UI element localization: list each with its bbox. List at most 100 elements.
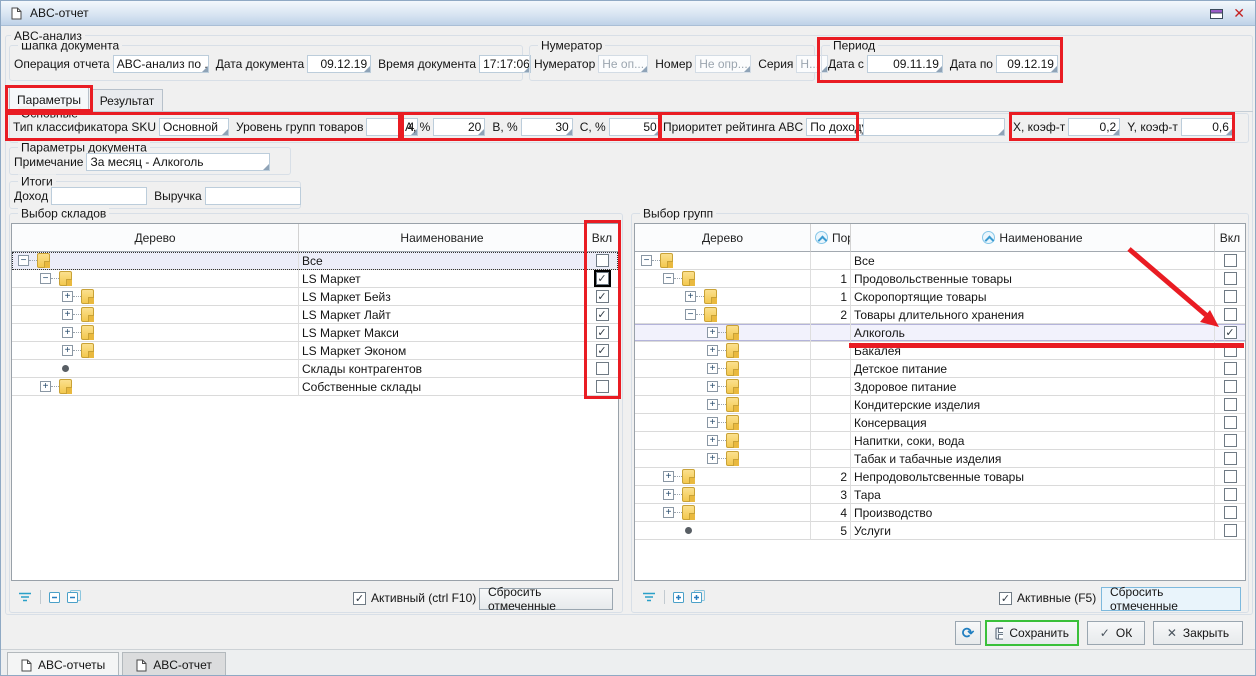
table-row[interactable]: +Собственные склады (12, 378, 618, 396)
table-row[interactable]: +Алкоголь (635, 324, 1245, 342)
c-percent-field[interactable]: 50 (609, 118, 661, 136)
expand-node-icon[interactable]: + (707, 381, 718, 392)
expand-node-icon[interactable]: + (707, 435, 718, 446)
row-checkbox[interactable] (596, 308, 609, 321)
row-checkbox[interactable] (1224, 524, 1237, 537)
table-row[interactable]: +2Непродовольтсвенные товары (635, 468, 1245, 486)
table-row[interactable]: +Напитки, соки, вода (635, 432, 1245, 450)
expand-node-icon[interactable]: + (62, 327, 73, 338)
bottom-tab-report[interactable]: ABC-отчет (122, 652, 226, 676)
row-checkbox[interactable] (596, 344, 609, 357)
bottom-tab-reports[interactable]: ABC-отчеты (7, 652, 119, 676)
a-percent-field[interactable]: 20 (433, 118, 485, 136)
income-field[interactable] (51, 187, 147, 205)
col-name[interactable]: Наименование (851, 224, 1215, 252)
expand-node-icon[interactable]: + (62, 309, 73, 320)
row-checkbox[interactable] (1224, 506, 1237, 519)
row-checkbox[interactable] (1224, 254, 1237, 267)
table-row[interactable]: +LS Маркет Макси (12, 324, 618, 342)
date-to-field[interactable]: 09.12.19 (996, 55, 1058, 73)
save-button[interactable]: Сохранить (985, 620, 1079, 646)
tab-result[interactable]: Результат (91, 89, 163, 111)
table-row[interactable]: +Здоровое питание (635, 378, 1245, 396)
col-tree[interactable]: Дерево (635, 224, 811, 252)
active-groups-checkbox[interactable] (999, 592, 1012, 605)
expand-node-icon[interactable]: + (707, 399, 718, 410)
sort-asc-icon[interactable] (982, 231, 995, 244)
col-incl[interactable]: Вкл (586, 224, 618, 252)
priority-extra-field[interactable] (863, 118, 1005, 136)
revenue-field[interactable] (205, 187, 301, 205)
table-row[interactable]: +Бакалея (635, 342, 1245, 360)
close-button[interactable]: ✕Закрыть (1153, 621, 1243, 645)
row-checkbox[interactable] (1224, 308, 1237, 321)
table-row[interactable]: +LS Маркет Эконом (12, 342, 618, 360)
expand-node-icon[interactable]: + (62, 291, 73, 302)
ok-button[interactable]: ✓ОК (1087, 621, 1145, 645)
number-field[interactable]: Не опр... (695, 55, 751, 73)
filter-icon[interactable] (641, 590, 657, 604)
expand-node-icon[interactable]: + (707, 363, 718, 374)
table-row[interactable]: +Консервация (635, 414, 1245, 432)
table-row[interactable]: −Все (635, 252, 1245, 270)
sort-asc-icon[interactable] (815, 231, 828, 244)
x-coef-field[interactable]: 0,2 (1068, 118, 1120, 136)
table-row[interactable]: +1Скоропортящие товары (635, 288, 1245, 306)
expand-node-icon[interactable]: + (707, 453, 718, 464)
row-checkbox[interactable] (1224, 452, 1237, 465)
row-checkbox[interactable] (1224, 326, 1237, 339)
row-checkbox[interactable] (1224, 380, 1237, 393)
row-checkbox[interactable] (1224, 362, 1237, 375)
expand-node-icon[interactable]: + (663, 471, 674, 482)
expand-node-icon[interactable]: + (707, 327, 718, 338)
restore-window-icon[interactable] (1210, 8, 1223, 19)
expand-node-icon[interactable]: + (40, 381, 51, 392)
expand-node-icon[interactable]: + (707, 345, 718, 356)
b-percent-field[interactable]: 30 (521, 118, 573, 136)
table-row[interactable]: −2Товары длительного хранения (635, 306, 1245, 324)
date-from-field[interactable]: 09.11.19 (867, 55, 943, 73)
table-row[interactable]: −1Продовольственные товары (635, 270, 1245, 288)
row-checkbox[interactable] (596, 326, 609, 339)
collapse-node-button-icon[interactable] (48, 590, 62, 604)
reset-marked-warehouses-button[interactable]: Сбросить отмеченные (479, 588, 613, 610)
doc-date-field[interactable]: 09.12.19 (307, 55, 371, 73)
row-checkbox[interactable] (596, 254, 609, 267)
table-row[interactable]: 5Услуги (635, 522, 1245, 540)
row-checkbox[interactable] (1224, 470, 1237, 483)
table-row[interactable]: Склады контрагентов (12, 360, 618, 378)
table-row[interactable]: +Табак и табачные изделия (635, 450, 1245, 468)
row-checkbox[interactable] (1224, 344, 1237, 357)
row-checkbox[interactable] (1224, 416, 1237, 429)
expand-node-button-icon[interactable] (672, 590, 686, 604)
collapse-node-icon[interactable]: − (663, 273, 674, 284)
table-row[interactable]: +LS Маркет Лайт (12, 306, 618, 324)
operation-field[interactable]: ABC-анализ по ... (113, 55, 209, 73)
expand-all-button-icon[interactable] (690, 589, 706, 604)
row-checkbox[interactable] (1224, 488, 1237, 501)
collapse-node-icon[interactable]: − (685, 309, 696, 320)
reset-marked-groups-button[interactable]: Сбросить отмеченные (1101, 587, 1241, 611)
row-checkbox[interactable] (1224, 290, 1237, 303)
expand-node-icon[interactable]: + (663, 507, 674, 518)
priority-field[interactable]: По доходу (806, 118, 868, 136)
table-row[interactable]: +Детское питание (635, 360, 1245, 378)
row-checkbox[interactable] (596, 362, 609, 375)
col-tree[interactable]: Дерево (12, 224, 299, 252)
sku-type-field[interactable]: Основной (159, 118, 229, 136)
note-field[interactable]: За месяц - Алкоголь (86, 153, 270, 171)
y-coef-field[interactable]: 0,6 (1181, 118, 1233, 136)
row-checkbox[interactable] (1224, 434, 1237, 447)
refresh-button[interactable]: ⟳ (955, 621, 981, 645)
filter-icon[interactable] (17, 590, 33, 604)
row-checkbox[interactable] (1224, 272, 1237, 285)
doc-time-field[interactable]: 17:17:06 (479, 55, 531, 73)
row-checkbox[interactable] (596, 290, 609, 303)
numerator-field[interactable]: Не оп... (598, 55, 648, 73)
expand-node-icon[interactable]: + (62, 345, 73, 356)
expand-node-icon[interactable]: + (685, 291, 696, 302)
col-name[interactable]: Наименование (299, 224, 586, 252)
close-window-icon[interactable]: ✕ (1233, 6, 1245, 20)
table-row[interactable]: −LS Маркет (12, 270, 618, 288)
collapse-all-button-icon[interactable] (66, 589, 82, 604)
